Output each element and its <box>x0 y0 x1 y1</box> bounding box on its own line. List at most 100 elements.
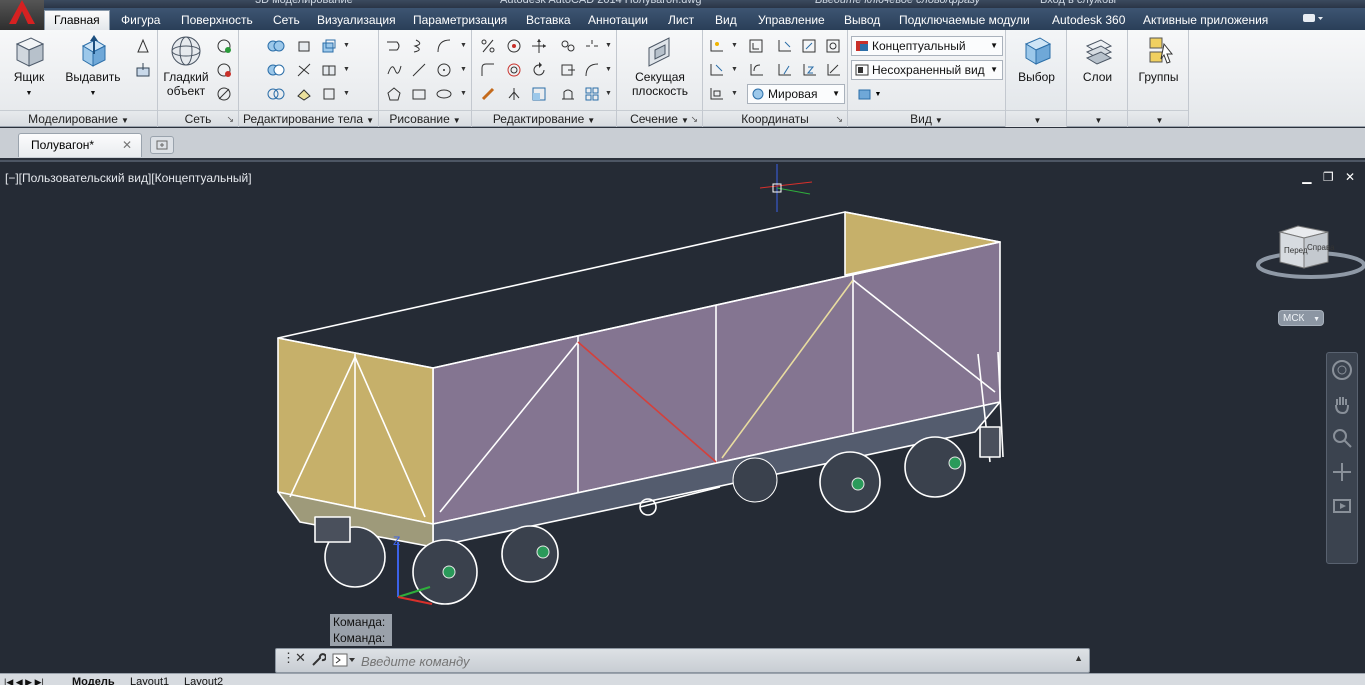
tab-annotate[interactable]: Аннотации <box>588 11 648 29</box>
minimize-ribbon-button[interactable] <box>1302 11 1324 29</box>
workspace-title[interactable]: 3D моделирование <box>255 0 353 8</box>
ucs-origin-button[interactable] <box>707 60 727 80</box>
ucs-world-button[interactable] <box>707 84 727 104</box>
tab-home[interactable]: Главная <box>44 10 110 31</box>
section-plane-button[interactable]: Секущая плоскость <box>623 34 697 98</box>
layout-tab-model[interactable]: Модель <box>72 676 115 685</box>
orbit-button[interactable] <box>1327 455 1357 489</box>
application-menu-button[interactable] <box>0 0 44 30</box>
tab-mesh[interactable]: Сеть <box>273 11 300 29</box>
ucs-zaxis-button[interactable] <box>823 60 843 80</box>
ucs-x-button[interactable] <box>774 36 794 56</box>
wagon-3d-model[interactable]: Z <box>0 162 1365 673</box>
showmotion-button[interactable] <box>1327 489 1357 523</box>
groups-panel-expander[interactable]: ▼ <box>1128 110 1188 126</box>
ucs-y-button[interactable] <box>774 60 794 80</box>
union-button[interactable] <box>266 36 286 56</box>
box-button[interactable]: Ящик ▼ <box>8 34 50 101</box>
smooth-more-button[interactable] <box>214 36 234 56</box>
presspull-button[interactable] <box>133 60 153 80</box>
search-field[interactable]: Введите ключевое слово/фразу <box>815 0 980 8</box>
tab-plugins[interactable]: Подключаемые модули <box>899 11 1030 29</box>
fillet-button[interactable] <box>478 60 498 80</box>
3d-move-button[interactable] <box>529 36 549 56</box>
pan-button[interactable] <box>1327 387 1357 421</box>
modify-panel-label[interactable]: Редактирование ▼ <box>472 110 616 126</box>
section-panel-label[interactable]: Сечение ▼ ↘ <box>617 110 702 126</box>
polyline-button[interactable] <box>384 36 404 56</box>
refine-mesh-button[interactable] <box>214 84 234 104</box>
offset-edge-button[interactable] <box>319 84 339 104</box>
tab-autodesk360[interactable]: Autodesk 360 <box>1052 11 1125 29</box>
smooth-object-button[interactable]: Гладкий объект <box>160 34 212 98</box>
recent-commands-button[interactable] <box>332 652 356 671</box>
array-button[interactable] <box>478 36 498 56</box>
line-button[interactable] <box>409 60 429 80</box>
tab-surface[interactable]: Поверхность <box>181 11 253 29</box>
arc-button[interactable] <box>434 36 454 56</box>
helix-button[interactable] <box>409 36 429 56</box>
viewcube[interactable]: Перед Справа <box>1256 220 1365 282</box>
stretch-button[interactable] <box>558 60 578 80</box>
rect-array-button[interactable] <box>582 84 602 104</box>
steering-wheel-button[interactable] <box>1327 353 1357 387</box>
tab-view[interactable]: Вид <box>715 11 737 29</box>
copy-button[interactable] <box>558 36 578 56</box>
intersect-button[interactable] <box>266 84 286 104</box>
3d-rotate-button[interactable] <box>504 36 524 56</box>
command-input[interactable] <box>361 652 1061 670</box>
ucs-named-button[interactable] <box>746 36 766 56</box>
selection-panel-expander[interactable]: ▼ <box>1006 110 1066 126</box>
ucs-button[interactable] <box>707 36 727 56</box>
close-command-line-icon[interactable]: ⋮✕ <box>282 650 306 666</box>
smooth-less-button[interactable] <box>214 60 234 80</box>
solid-editing-panel-label[interactable]: Редактирование тела ▼ <box>239 110 378 126</box>
tab-insert[interactable]: Вставка <box>526 11 571 29</box>
ucs-combo[interactable]: Мировая ▼ <box>747 84 845 104</box>
layers-button[interactable]: Слои <box>1071 34 1124 84</box>
align-button[interactable] <box>558 84 578 104</box>
rectangle-button[interactable] <box>409 84 429 104</box>
tab-manage[interactable]: Управление <box>758 11 825 29</box>
rotate-button[interactable] <box>529 60 549 80</box>
viewcube-right-face[interactable]: Справа <box>1307 243 1335 252</box>
tab-render[interactable]: Визуализация <box>317 11 396 29</box>
ucs-view-button[interactable] <box>799 36 819 56</box>
selection-button[interactable]: Выбор <box>1010 34 1063 84</box>
drawing-viewport[interactable]: [−][Пользовательский вид][Концептуальный… <box>0 160 1365 673</box>
slice-button[interactable] <box>294 60 314 80</box>
layers-panel-expander[interactable]: ▼ <box>1067 110 1127 126</box>
polygon-button[interactable] <box>384 84 404 104</box>
separate-button[interactable] <box>319 60 339 80</box>
ucs-object-button[interactable] <box>823 36 843 56</box>
mirror3d-button[interactable] <box>504 84 524 104</box>
draw-panel-label[interactable]: Рисование ▼ <box>379 110 471 126</box>
sign-in-link[interactable]: Вход в службы <box>1040 0 1116 8</box>
mesh-panel-label[interactable]: Сеть ↘ <box>158 110 238 126</box>
layout-nav-arrows-icon[interactable]: |◀ ◀ ▶ ▶| <box>4 676 44 685</box>
view-panel-label[interactable]: Вид ▼ <box>848 110 1005 126</box>
explode-button[interactable] <box>582 36 602 56</box>
circle-button[interactable] <box>434 60 454 80</box>
groups-button[interactable]: Группы <box>1132 34 1185 84</box>
viewcube-front-face[interactable]: Перед <box>1284 246 1308 255</box>
view-cube-settings-button[interactable]: ▼ <box>852 84 886 104</box>
tab-solid[interactable]: Фигура <box>121 11 160 29</box>
brush-button[interactable] <box>478 84 498 104</box>
ucs-previous-button[interactable] <box>746 60 766 80</box>
ellipse-button[interactable] <box>434 84 454 104</box>
extrude-button[interactable]: Выдавить ▼ <box>62 34 124 101</box>
layout-tab-1[interactable]: Layout1 <box>130 676 169 685</box>
ucs-menu-button[interactable]: МСК ▼ <box>1278 310 1324 326</box>
spline-button[interactable] <box>384 60 404 80</box>
customize-wrench-icon[interactable] <box>310 652 327 671</box>
trim-button[interactable] <box>582 60 602 80</box>
extract-edges-button[interactable] <box>294 36 314 56</box>
new-tab-button[interactable] <box>150 136 174 154</box>
command-history-toggle-icon[interactable]: ▲ <box>1074 653 1083 663</box>
visual-style-combo[interactable]: Концептуальный ▼ <box>851 36 1003 56</box>
shell-button[interactable] <box>294 84 314 104</box>
modeling-panel-label[interactable]: Моделирование ▼ <box>0 110 157 126</box>
file-tab-polyvagon[interactable]: Полувагон* ✕ <box>18 133 142 157</box>
3d-align-button[interactable] <box>504 60 524 80</box>
